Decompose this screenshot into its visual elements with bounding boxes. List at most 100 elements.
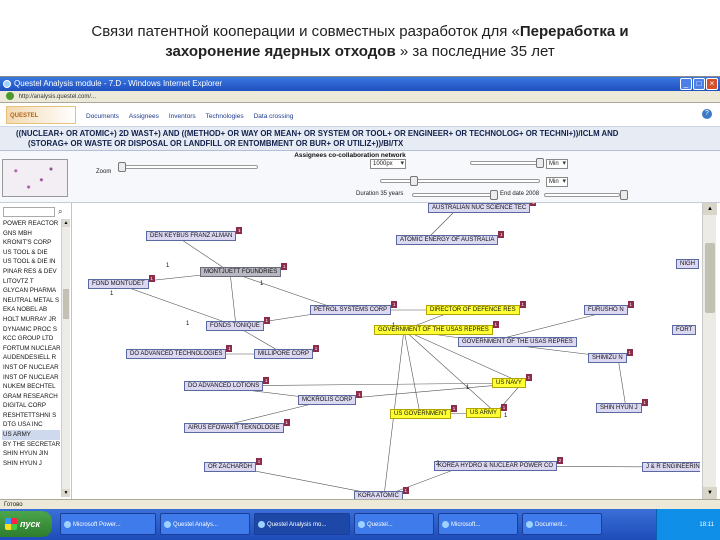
assignee-list-item[interactable]: NUKEM BECHTEL [2,382,60,392]
page-scrollbar[interactable]: ▲ ▼ [702,203,717,499]
zoom-slider[interactable] [118,165,258,169]
network-node[interactable]: OR ZACHARDH 1 [204,458,263,472]
threshold-slider-2[interactable] [380,179,540,183]
network-node[interactable]: SHIMIZU N1 [588,349,633,363]
network-node[interactable]: GOVERNMENT OF THE USAS REPRES [458,337,577,347]
maximize-button[interactable]: □ [693,78,705,90]
query-line-1: ((NUCLEAR+ OR ATOMIC+) 2D WAST+) AND ((M… [16,129,619,138]
network-node[interactable]: KORA ATOMIC 1 [354,487,409,499]
network-thumbnail[interactable] [2,159,68,197]
network-node[interactable]: MILLIPORE CORP 1 [254,345,320,359]
duration-knob[interactable] [490,190,498,200]
network-node[interactable]: SHIN HYUN J1 [596,399,648,413]
assignee-list-item[interactable]: US TOOL & DIE [2,248,60,258]
assignee-list-item[interactable]: SHIN HYUN J [2,459,60,469]
taskbar-task-1[interactable]: Microsoft Power... [60,513,156,535]
minimize-button[interactable]: _ [680,78,692,90]
assignee-list-item[interactable]: US TOOL & DIE IN [2,257,60,267]
assignee-list-item[interactable]: EKA NOBEL AB [2,305,60,315]
size-select[interactable]: 1000px [370,159,406,169]
scroll-down-icon[interactable]: ▼ [62,489,70,497]
back-icon[interactable] [6,92,14,101]
network-node[interactable]: AUSTRALIAN NUC SCIENCE TEC1 [428,203,537,213]
assignee-list-item[interactable]: GRAM RESEARCH [2,392,60,402]
assignee-list-item[interactable]: US ARMY [2,430,60,440]
network-node[interactable]: US GOVERNMENT 1 [390,405,458,419]
network-node[interactable]: KOREA HYDRO & NUCLEAR POWER CO 2 [434,457,564,471]
address-text[interactable]: http://analysis.questel.com/... [19,94,96,100]
assignee-list-item[interactable]: FORTUM NUCLEAR [2,344,60,354]
window-titlebar[interactable]: Questel Analysis module - 7.D - Windows … [0,77,720,91]
address-bar[interactable]: http://analysis.questel.com/... [0,91,720,103]
end-date-slider[interactable] [544,193,620,197]
min-select-2[interactable]: Min [546,177,568,187]
threshold-knob-1[interactable] [536,158,544,168]
page-scroll-up-icon[interactable]: ▲ [703,203,717,215]
assignee-list-item[interactable]: POWER REACTOR [2,219,60,229]
search-icon[interactable]: ⌕ [58,207,62,217]
assignee-list-item[interactable]: AUDENDESIELL R [2,353,60,363]
tab-assignees[interactable]: Assignees [129,113,159,120]
network-node[interactable]: AIRUS EFOWAKIT TEKNOLOGIE 1 [184,419,290,433]
taskbar-task-4[interactable]: Questel... [354,513,434,535]
tab-technologies[interactable]: Technologies [206,113,244,120]
start-button[interactable]: пуск [0,511,52,537]
network-node[interactable]: FOND MONTUDET 1 [88,275,155,289]
assignee-list-item[interactable]: GNS MBH [2,229,60,239]
assignee-search-input[interactable] [3,207,55,217]
close-button[interactable]: × [706,78,718,90]
zoom-slider-knob[interactable] [118,162,126,172]
network-node[interactable]: DIRECTOR OF DEFENCE RES 1 [426,301,526,315]
assignee-list-item[interactable]: BY THE SECRETAR [2,440,60,450]
assignee-list-item[interactable]: LITOVTZ T [2,277,60,287]
assignee-list-item[interactable]: HOLT MURRAY JR [2,315,60,325]
page-scroll-thumb[interactable] [705,243,715,313]
tab-inventors[interactable]: Inventors [169,113,196,120]
assignee-list-item[interactable]: GLYCAN PHARMA [2,286,60,296]
assignee-list-item[interactable]: NEUTRAL METAL S [2,296,60,306]
network-node[interactable]: ATOMIC ENERGY OF AUSTRALIA 1 [396,231,505,245]
tab-documents[interactable]: Documents [86,113,119,120]
network-node[interactable]: NIGH [676,259,699,269]
taskbar-task-6[interactable]: Document... [522,513,602,535]
network-node[interactable]: US ARMY 1 [466,404,508,418]
page-scroll-down-icon[interactable]: ▼ [703,487,717,499]
scroll-up-icon[interactable]: ▲ [62,219,70,227]
scroll-thumb[interactable] [63,289,69,319]
network-node[interactable]: MCKROLIS CORP 1 [298,391,363,405]
assignee-list-item[interactable]: RESHTETTSHNI S [2,411,60,421]
network-node[interactable]: FORT [672,325,697,335]
help-icon[interactable]: ? [702,109,712,119]
node-label: DEN KEYBUS FRANZ ALMAN [150,233,233,239]
taskbar-task-5[interactable]: Microsoft... [438,513,518,535]
min-select-1[interactable]: Min [546,159,568,169]
network-node[interactable]: US NAVY 1 [492,374,532,388]
network-node[interactable]: J & R ENGINEERING COM1 [642,462,700,472]
network-node[interactable]: PETROL SYSTEMS CORP 1 [310,301,398,315]
tab-data-crossing[interactable]: Data crossing [254,113,294,120]
duration-slider[interactable] [412,193,492,197]
panel-title: Assignees co-collaboration network [294,152,406,159]
network-node[interactable]: DO ADVANCED LOTIONS 1 [184,377,270,391]
threshold-knob-2[interactable] [410,176,418,186]
end-date-knob[interactable] [620,190,628,200]
assignee-list-item[interactable]: DYNAMIC PROC S [2,325,60,335]
network-node[interactable]: MONTJUETT FOUNDRIES 1 [200,263,288,277]
assignee-list-item[interactable]: KRONIT'S CORP [2,238,60,248]
network-node[interactable]: DO ADVANCED TECHNOLOGIES 1 [126,345,233,359]
assignee-list-item[interactable]: DIGITAL CORP [2,401,60,411]
assignee-list-scrollbar[interactable]: ▲ ▼ [61,219,70,497]
assignee-list-item[interactable]: INST OF NUCLEAR [2,373,60,383]
assignee-list-item[interactable]: PINAR RES & DEV [2,267,60,277]
network-canvas[interactable]: AUSTRALIAN NUC SCIENCE TEC1 DEN KEYBUS FR… [74,203,700,499]
taskbar-task-2[interactable]: Questel Analys... [160,513,250,535]
network-node[interactable]: FURUSHO N1 [584,301,634,315]
assignee-list-item[interactable]: INST OF NUCLEAR [2,363,60,373]
taskbar-task-3[interactable]: Questel Analysis mo... [254,513,350,535]
network-node[interactable]: FONDS TONIQUE 1 [206,317,270,331]
network-node[interactable]: DEN KEYBUS FRANZ ALMAN 1 [146,227,243,241]
assignee-list-item[interactable]: DTG USA INC [2,420,60,430]
threshold-slider-1[interactable] [470,161,540,165]
assignee-list-item[interactable]: KCC GROUP LTD [2,334,60,344]
assignee-list-item[interactable]: SHIN HYUN JIN [2,449,60,459]
